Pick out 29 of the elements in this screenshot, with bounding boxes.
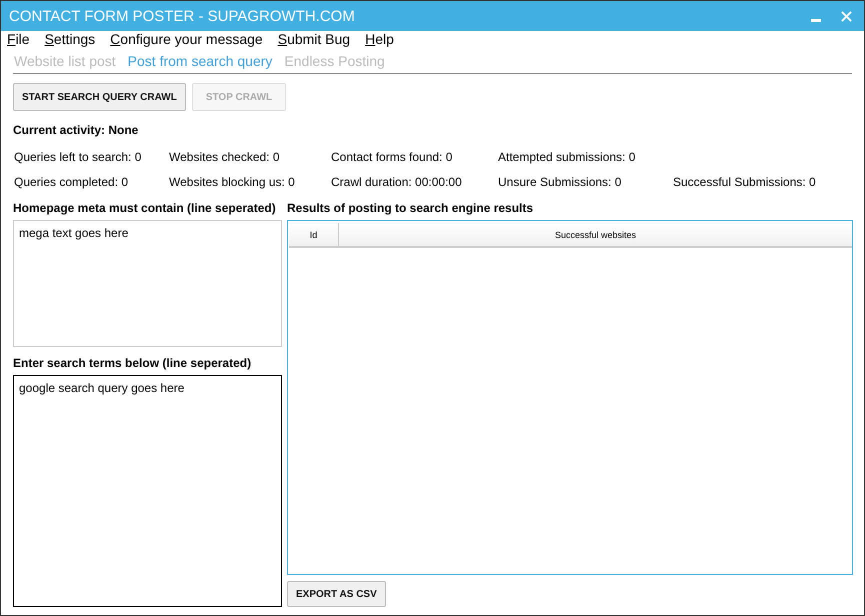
column-header[interactable]: Id — [289, 223, 339, 246]
stat-label: Queries left to search: 0 — [14, 150, 142, 164]
stat-label: Crawl duration: 00:00:00 — [331, 175, 463, 189]
field-label: Enter search terms below (line seperated) — [13, 356, 252, 370]
stat-label: Attempted submissions: 0 — [498, 150, 636, 164]
column-header[interactable]: Successful websites — [339, 223, 852, 246]
export-button[interactable]: EXPORT AS CSV — [287, 581, 386, 607]
stat-label: Contact forms found: 0 — [331, 150, 454, 164]
menu-item[interactable]: Configure your message — [110, 31, 263, 47]
field-value: google search query goes here — [19, 381, 184, 395]
stat-label: Unsure Submissions: 0 — [498, 175, 622, 189]
close-icon[interactable] — [841, 10, 852, 22]
text-area[interactable]: mega text goes here — [13, 220, 282, 347]
start-button[interactable]: START SEARCH QUERY CRAWL — [13, 83, 186, 111]
field-label: Homepage meta must contain (line seperated) — [13, 201, 277, 215]
results-title: Results of posting to search engine results — [287, 201, 534, 215]
minimize-icon[interactable] — [811, 18, 821, 22]
stat-label: Websites blocking us: 0 — [169, 175, 296, 189]
activity-status: Current activity: None — [13, 122, 140, 137]
field-value: mega text goes here — [19, 226, 128, 240]
text-area[interactable]: google search query goes here — [13, 375, 282, 607]
menu-item[interactable]: File — [7, 31, 30, 47]
stat-label: Websites checked: 0 — [169, 150, 281, 164]
window-title: CONTACT FORM POSTER - SUPAGROWTH.COM — [9, 8, 355, 24]
menu-item[interactable]: Settings — [44, 31, 96, 47]
menu-item[interactable]: Submit Bug — [278, 31, 350, 47]
stat-label: Successful Submissions: 0 — [673, 175, 817, 189]
menu-item[interactable]: Help — [365, 31, 394, 47]
stat-label: Queries completed: 0 — [14, 175, 130, 189]
